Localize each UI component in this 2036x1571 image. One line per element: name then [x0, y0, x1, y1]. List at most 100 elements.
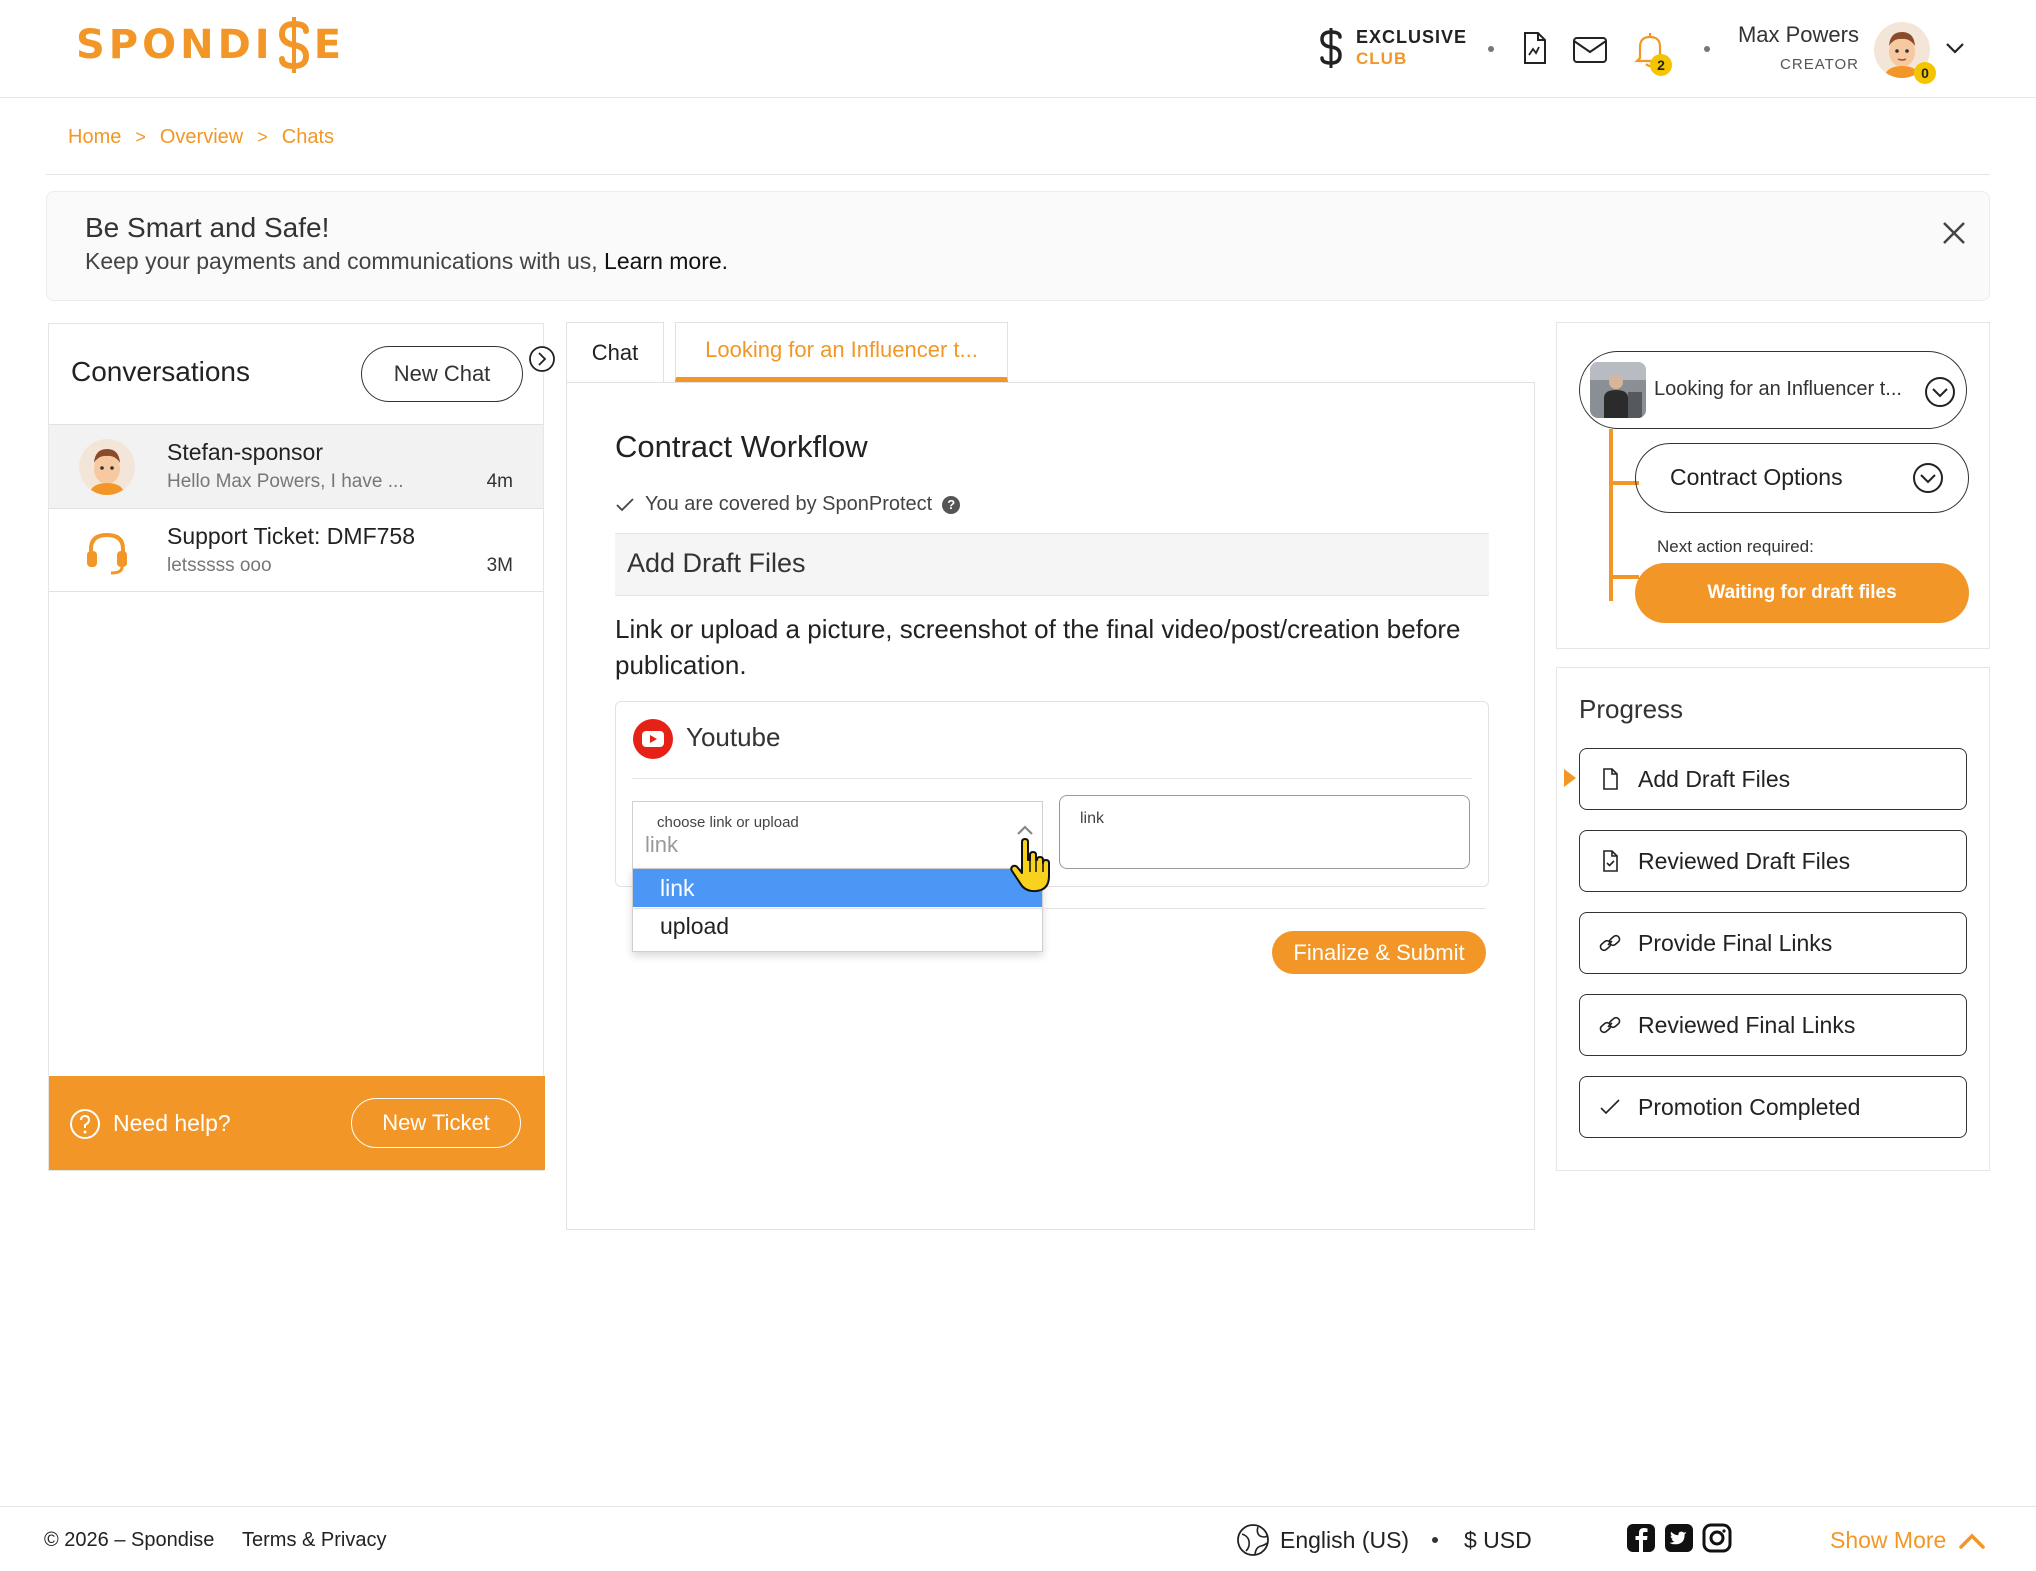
- header-dot-separator-2: [1704, 46, 1710, 52]
- progress-panel: Progress Add Draft Files Reviewed Draft …: [1556, 667, 1990, 1171]
- option-upload[interactable]: upload: [633, 907, 1042, 945]
- breadcrumb-home[interactable]: Home: [68, 126, 121, 149]
- progress-step-label: Provide Final Links: [1638, 929, 1833, 956]
- progress-step-add-draft-files[interactable]: Add Draft Files: [1579, 748, 1967, 810]
- conversation-avatar: [79, 439, 135, 495]
- progress-step-reviewed-final-links[interactable]: Reviewed Final Links: [1579, 994, 1967, 1056]
- workflow-title: Contract Workflow: [615, 429, 868, 464]
- logo-text-right: E: [313, 22, 346, 68]
- close-icon[interactable]: [1937, 216, 1971, 250]
- platform-divider: [632, 778, 1472, 779]
- chevron-down-circle-icon: [1925, 377, 1955, 407]
- campaign-name: Looking for an Influencer t...: [1654, 378, 1902, 400]
- tree-connector: [1609, 575, 1639, 579]
- breadcrumb-overview[interactable]: Overview: [160, 126, 243, 149]
- progress-step-label: Add Draft Files: [1638, 765, 1791, 792]
- campaign-thumbnail: [1590, 362, 1646, 418]
- globe-icon: [1237, 1524, 1269, 1556]
- collapse-panel-icon[interactable]: [528, 345, 556, 373]
- progress-step-reviewed-draft-files[interactable]: Reviewed Draft Files: [1579, 830, 1967, 892]
- progress-step-provide-final-links[interactable]: Provide Final Links: [1579, 912, 1967, 974]
- link-icon: [1599, 934, 1621, 952]
- finalize-submit-button[interactable]: Finalize & Submit: [1272, 931, 1486, 974]
- campaign-panel: Looking for an Influencer t... Contract …: [1556, 322, 1990, 649]
- need-help-label: Need help?: [113, 1110, 231, 1136]
- safety-alert-banner: Be Smart and Safe! Keep your payments an…: [46, 191, 1990, 301]
- chevron-up-icon: [1017, 825, 1033, 835]
- link-or-upload-select[interactable]: choose link or upload link: [632, 801, 1043, 869]
- hand-cursor-icon: [1010, 838, 1050, 893]
- sponprotect-notice: You are covered by SponProtect ?: [615, 493, 961, 516]
- new-ticket-button[interactable]: New Ticket: [351, 1098, 521, 1148]
- info-question-icon[interactable]: ?: [942, 495, 961, 514]
- file-check-icon: [1603, 850, 1618, 872]
- currency-selector[interactable]: $ USD: [1464, 1527, 1532, 1554]
- show-more-label: Show More: [1830, 1527, 1947, 1553]
- dollar-icon: [1320, 28, 1342, 68]
- help-bar: Need help? New Ticket: [49, 1076, 545, 1170]
- progress-title: Progress: [1579, 694, 1684, 724]
- conversation-name: Support Ticket: DMF758: [167, 523, 415, 549]
- document-icon[interactable]: [1516, 30, 1552, 66]
- select-label: choose link or upload: [657, 814, 799, 831]
- conversations-panel: Conversations New Chat Stefan-sponsor He…: [48, 323, 545, 1171]
- facebook-icon[interactable]: [1626, 1523, 1656, 1553]
- conversation-item[interactable]: Support Ticket: DMF758 letsssss ooo 3M: [49, 508, 543, 592]
- campaign-image: [1590, 362, 1646, 418]
- top-header: SPONDI E EXCLUSIVE CLUB 2 Max Powers CRE…: [0, 0, 2036, 98]
- header-dot-separator: [1488, 46, 1494, 52]
- instagram-icon[interactable]: [1702, 1523, 1732, 1553]
- tab-chat[interactable]: Chat: [566, 322, 664, 382]
- progress-step-label: Reviewed Final Links: [1638, 1011, 1856, 1038]
- contract-options-button[interactable]: Contract Options: [1635, 443, 1969, 513]
- covered-text: You are covered by SponProtect: [645, 493, 933, 515]
- notifications-button[interactable]: 2: [1632, 30, 1680, 80]
- option-link[interactable]: link: [633, 869, 1042, 907]
- chevron-up-icon: [1959, 1533, 1986, 1549]
- youtube-icon: [633, 719, 673, 759]
- conversations-title: Conversations: [71, 356, 250, 387]
- sponsor-avatar-illustration: [79, 439, 135, 495]
- learn-more-link[interactable]: Learn more.: [604, 248, 728, 274]
- support-headset-icon: [87, 532, 127, 575]
- tab-contract[interactable]: Looking for an Influencer t...: [675, 322, 1008, 382]
- footer: © 2026 – Spondise Terms & Privacy Englis…: [0, 1506, 2036, 1571]
- conversation-time: 4m: [486, 471, 513, 492]
- user-name[interactable]: Max Powers: [1738, 22, 1859, 48]
- language-selector[interactable]: English (US): [1280, 1527, 1409, 1554]
- exclusive-club-link[interactable]: EXCLUSIVE CLUB: [1316, 26, 1467, 70]
- help-circle-icon: [70, 1109, 100, 1139]
- show-more-button[interactable]: Show More: [1830, 1527, 1986, 1554]
- conversation-name: Stefan-sponsor: [167, 439, 323, 465]
- chevron-down-circle-icon: [1913, 463, 1943, 493]
- user-role: CREATOR: [1780, 56, 1859, 73]
- check-icon: [616, 497, 634, 511]
- link-icon: [1599, 1016, 1621, 1034]
- new-chat-button[interactable]: New Chat: [361, 346, 523, 402]
- club-label: CLUB: [1356, 49, 1408, 68]
- breadcrumb-chats[interactable]: Chats: [282, 126, 334, 149]
- copyright: © 2026 – Spondise: [44, 1529, 215, 1551]
- alert-message: Keep your payments and communications wi…: [85, 248, 605, 274]
- conversation-preview: letsssss ooo: [167, 555, 272, 576]
- progress-step-promotion-completed[interactable]: Promotion Completed: [1579, 1076, 1967, 1138]
- logo-text-left: SPONDI: [76, 22, 274, 68]
- conversation-item[interactable]: Stefan-sponsor Hello Max Powers, I have …: [49, 424, 543, 508]
- twitter-icon[interactable]: [1664, 1523, 1694, 1553]
- chevron-down-icon[interactable]: [1944, 40, 1966, 56]
- campaign-selector[interactable]: Looking for an Influencer t...: [1579, 351, 1967, 429]
- breadcrumb: Home > Overview > Chats: [68, 126, 334, 149]
- terms-privacy-link[interactable]: Terms & Privacy: [242, 1529, 386, 1552]
- progress-step-label: Reviewed Draft Files: [1638, 847, 1851, 874]
- progress-step-label: Promotion Completed: [1638, 1093, 1861, 1120]
- next-action-label: Next action required:: [1657, 537, 1814, 556]
- platform-name: Youtube: [686, 722, 781, 752]
- spondise-logo[interactable]: SPONDI E: [76, 10, 345, 80]
- logo-dollar-icon: [278, 17, 309, 73]
- mail-icon[interactable]: [1572, 32, 1608, 68]
- breadcrumb-divider: [46, 174, 1990, 175]
- link-input[interactable]: link: [1059, 795, 1470, 869]
- breadcrumb-separator: >: [135, 127, 146, 147]
- select-dropdown: link upload: [632, 868, 1043, 952]
- next-action-status[interactable]: Waiting for draft files: [1635, 563, 1969, 623]
